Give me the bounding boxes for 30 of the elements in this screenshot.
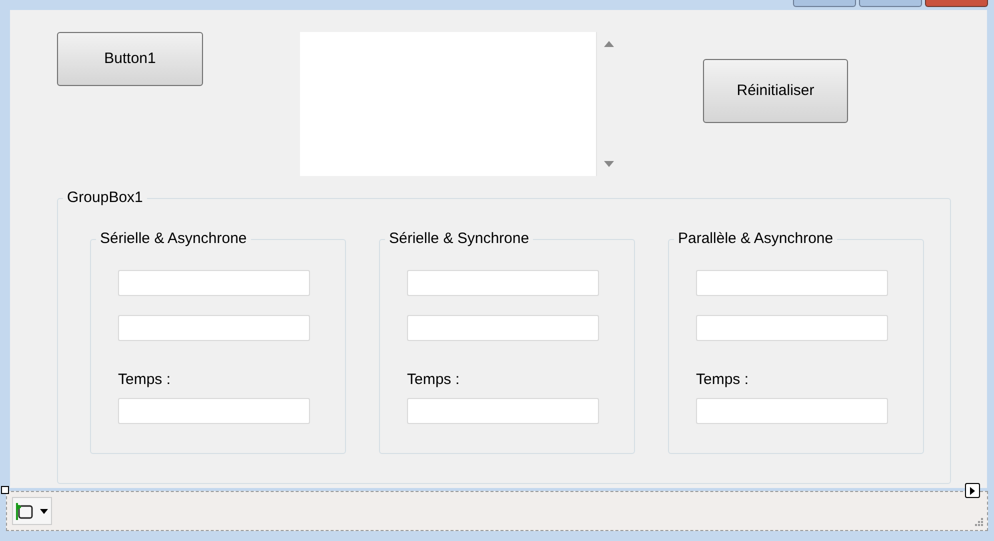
time-label: Temps : bbox=[696, 371, 749, 389]
scroll-down-icon[interactable] bbox=[604, 161, 614, 167]
text-field[interactable] bbox=[407, 270, 599, 296]
text-field[interactable] bbox=[696, 270, 888, 296]
group-box-title: Sérielle & Synchrone bbox=[385, 230, 534, 248]
time-label: Temps : bbox=[407, 371, 460, 389]
text-field[interactable] bbox=[407, 398, 599, 424]
text-field[interactable] bbox=[118, 270, 310, 296]
reset-button[interactable]: Réinitialiser bbox=[703, 59, 848, 123]
close-button[interactable] bbox=[925, 0, 988, 7]
group-box-title: Parallèle & Asynchrone bbox=[674, 230, 838, 248]
text-field[interactable] bbox=[696, 398, 888, 424]
text-field[interactable] bbox=[118, 398, 310, 424]
resize-grip-icon bbox=[974, 517, 983, 526]
add-item-icon bbox=[16, 502, 34, 520]
time-label: Temps : bbox=[118, 371, 171, 389]
text-field[interactable] bbox=[118, 315, 310, 341]
group-box-title: Sérielle & Asynchrone bbox=[96, 230, 251, 248]
maximize-button[interactable] bbox=[859, 0, 922, 7]
minimize-button[interactable] bbox=[793, 0, 856, 7]
add-item-dropdown[interactable] bbox=[12, 497, 52, 525]
scroll-up-icon[interactable] bbox=[604, 41, 614, 47]
group-box-title: GroupBox1 bbox=[63, 189, 147, 207]
text-field[interactable] bbox=[407, 315, 599, 341]
text-field[interactable] bbox=[696, 315, 888, 341]
arrow-right-icon bbox=[970, 486, 975, 494]
selection-handle[interactable] bbox=[1, 486, 9, 494]
caret-icon bbox=[40, 508, 48, 514]
smart-tag-button[interactable] bbox=[965, 483, 980, 498]
button[interactable]: Button1 bbox=[57, 32, 203, 86]
